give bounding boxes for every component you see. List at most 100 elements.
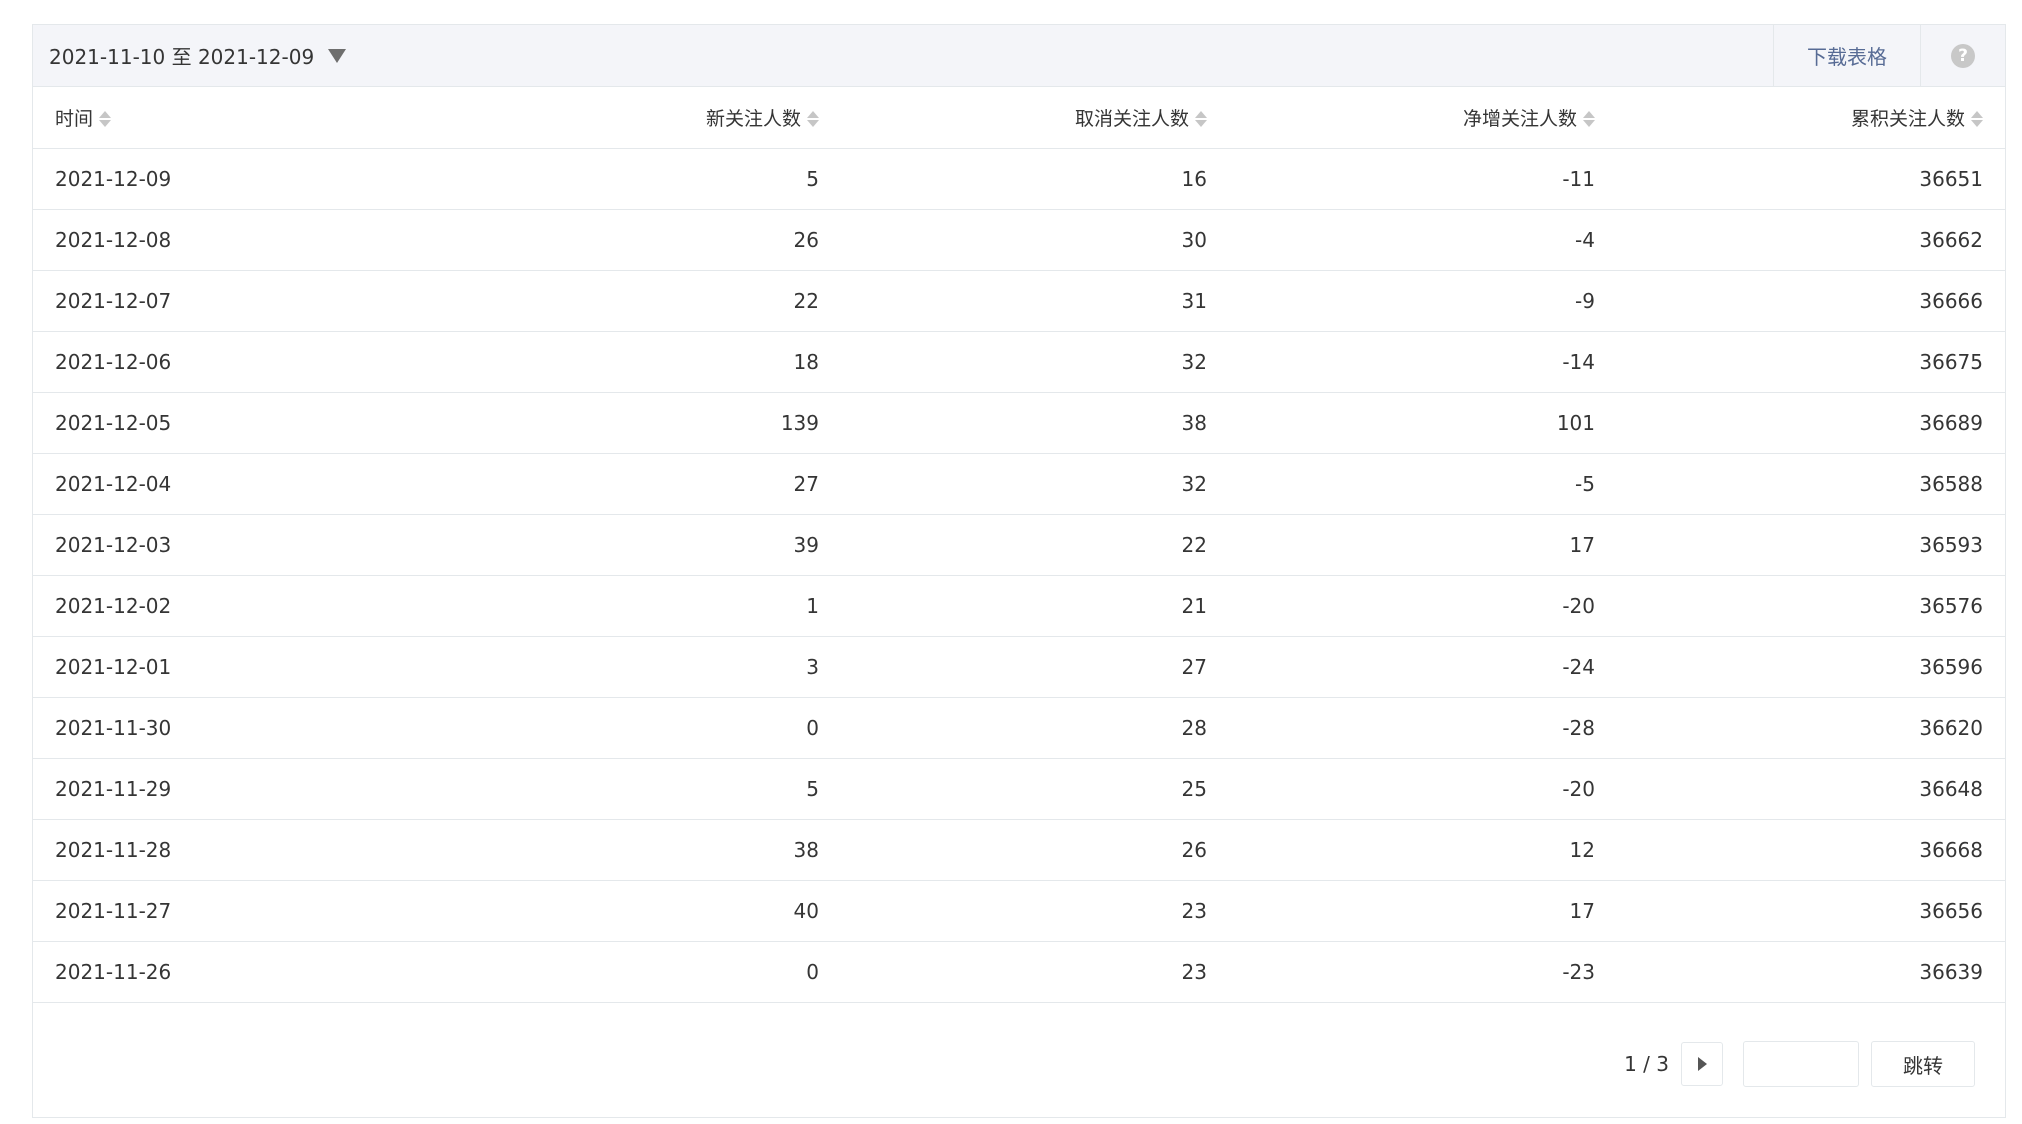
table-row: 2021-11-27 40 23 17 36656: [33, 880, 2005, 942]
cell-unfollow: 27: [841, 636, 1229, 698]
page-indicator: 1 / 3: [1624, 1052, 1669, 1076]
cell-new: 40: [453, 880, 841, 942]
cell-net: -28: [1229, 697, 1617, 759]
cell-net: 12: [1229, 819, 1617, 881]
table-row: 2021-12-01 3 27 -24 36596: [33, 636, 2005, 698]
cell-date: 2021-12-09: [33, 148, 453, 210]
table-row: 2021-12-02 1 21 -20 36576: [33, 575, 2005, 637]
cell-new: 3: [453, 636, 841, 698]
pagination: 1 / 3 跳转: [1624, 1041, 1975, 1087]
cell-date: 2021-12-04: [33, 453, 453, 515]
sort-icon: [99, 110, 112, 128]
cell-total: 36675: [1617, 331, 2005, 393]
cell-total: 36639: [1617, 941, 2005, 1003]
table-row: 2021-12-08 26 30 -4 36662: [33, 209, 2005, 271]
cell-total: 36593: [1617, 514, 2005, 576]
table-header-row: 时间 新关注人数 取消关注人数 净增关注人数 累积关注人数: [33, 87, 2005, 149]
cell-new: 0: [453, 697, 841, 759]
cell-unfollow: 32: [841, 453, 1229, 515]
cell-unfollow: 21: [841, 575, 1229, 637]
cell-net: -9: [1229, 270, 1617, 332]
cell-new: 0: [453, 941, 841, 1003]
cell-unfollow: 31: [841, 270, 1229, 332]
cell-total: 36689: [1617, 392, 2005, 454]
next-page-button[interactable]: [1681, 1042, 1723, 1086]
sort-icon: [1195, 110, 1207, 128]
help-icon: ?: [1951, 43, 1975, 68]
cell-new: 139: [453, 392, 841, 454]
cell-net: -11: [1229, 148, 1617, 210]
cell-new: 5: [453, 758, 841, 820]
cell-unfollow: 23: [841, 880, 1229, 942]
cell-net: -20: [1229, 575, 1617, 637]
table-row: 2021-12-03 39 22 17 36593: [33, 514, 2005, 576]
cell-unfollow: 26: [841, 819, 1229, 881]
jump-button[interactable]: 跳转: [1871, 1041, 1975, 1087]
cell-date: 2021-12-05: [33, 392, 453, 454]
table-row: 2021-11-28 38 26 12 36668: [33, 819, 2005, 881]
table-row: 2021-12-09 5 16 -11 36651: [33, 148, 2005, 210]
cell-unfollow: 25: [841, 758, 1229, 820]
cell-new: 5: [453, 148, 841, 210]
cell-total: 36668: [1617, 819, 2005, 881]
cell-total: 36656: [1617, 880, 2005, 942]
table-row: 2021-11-29 5 25 -20 36648: [33, 758, 2005, 820]
table-toolbar: 2021-11-10 至 2021-12-09 下载表格 ?: [33, 25, 2005, 87]
cell-unfollow: 16: [841, 148, 1229, 210]
header-label: 新关注人数: [705, 107, 801, 130]
cell-net: 101: [1229, 392, 1617, 454]
cell-date: 2021-12-03: [33, 514, 453, 576]
cell-total: 36666: [1617, 270, 2005, 332]
followers-table: 时间 新关注人数 取消关注人数 净增关注人数 累积关注人数 2021-12-09…: [33, 87, 2005, 1003]
table-row: 2021-11-30 0 28 -28 36620: [33, 697, 2005, 759]
cell-new: 18: [453, 331, 841, 393]
cell-date: 2021-12-02: [33, 575, 453, 637]
table-row: 2021-12-07 22 31 -9 36666: [33, 270, 2005, 332]
cell-unfollow: 38: [841, 392, 1229, 454]
table-row: 2021-12-06 18 32 -14 36675: [33, 331, 2005, 393]
cell-date: 2021-12-01: [33, 636, 453, 698]
table-row: 2021-12-05 139 38 101 36689: [33, 392, 2005, 454]
cell-date: 2021-12-08: [33, 209, 453, 271]
header-net-growth[interactable]: 净增关注人数: [1229, 87, 1617, 149]
header-label: 时间: [55, 107, 94, 130]
header-unfollows[interactable]: 取消关注人数: [841, 87, 1229, 149]
header-new-followers[interactable]: 新关注人数: [453, 87, 841, 149]
sort-icon: [1971, 110, 1983, 128]
cell-net: -4: [1229, 209, 1617, 271]
cell-net: -20: [1229, 758, 1617, 820]
cell-date: 2021-11-26: [33, 941, 453, 1003]
cell-date: 2021-12-06: [33, 331, 453, 393]
sort-icon: [807, 110, 819, 128]
help-button[interactable]: ?: [1920, 25, 2005, 86]
table-row: 2021-12-04 27 32 -5 36588: [33, 453, 2005, 515]
cell-unfollow: 22: [841, 514, 1229, 576]
cell-net: -14: [1229, 331, 1617, 393]
cell-date: 2021-11-29: [33, 758, 453, 820]
cell-total: 36662: [1617, 209, 2005, 271]
download-table-button[interactable]: 下载表格: [1773, 25, 1920, 86]
cell-net: -23: [1229, 941, 1617, 1003]
cell-new: 38: [453, 819, 841, 881]
cell-net: 17: [1229, 514, 1617, 576]
triangle-right-icon: [1697, 1057, 1707, 1071]
cell-net: -5: [1229, 453, 1617, 515]
page-jump-input[interactable]: [1743, 1041, 1859, 1087]
table-row: 2021-11-26 0 23 -23 36639: [33, 941, 2005, 1003]
cell-new: 22: [453, 270, 841, 332]
cell-total: 36588: [1617, 453, 2005, 515]
cell-total: 36620: [1617, 697, 2005, 759]
cell-unfollow: 32: [841, 331, 1229, 393]
cell-unfollow: 23: [841, 941, 1229, 1003]
date-range-picker[interactable]: 2021-11-10 至 2021-12-09: [33, 25, 1773, 86]
download-table-label: 下载表格: [1807, 45, 1887, 69]
cell-date: 2021-11-28: [33, 819, 453, 881]
cell-new: 39: [453, 514, 841, 576]
header-total-followers[interactable]: 累积关注人数: [1617, 87, 2005, 149]
header-time[interactable]: 时间: [33, 87, 453, 149]
cell-total: 36596: [1617, 636, 2005, 698]
cell-date: 2021-11-27: [33, 880, 453, 942]
header-label: 取消关注人数: [1074, 107, 1189, 130]
cell-total: 36648: [1617, 758, 2005, 820]
cell-net: 17: [1229, 880, 1617, 942]
